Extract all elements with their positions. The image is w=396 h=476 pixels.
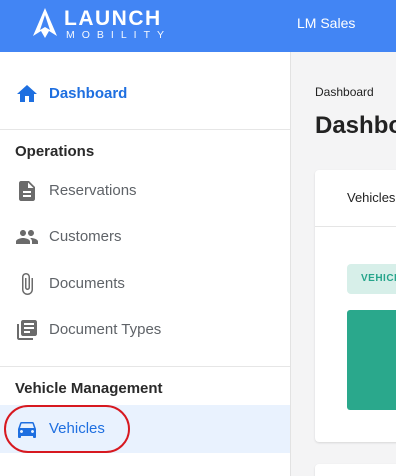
launch-mobility-logo[interactable]: LAUNCH MOBILITY	[30, 6, 180, 42]
home-icon	[17, 85, 37, 102]
tab-vehicles[interactable]: Vehicles	[347, 190, 395, 206]
rocket-logo-icon	[33, 8, 57, 38]
top-app-bar: LAUNCH MOBILITY LM Sales	[0, 0, 396, 52]
sidebar-item-label: Document Types	[49, 321, 162, 338]
logo-wordmark: LAUNCH	[64, 7, 162, 30]
paperclip-icon	[22, 273, 33, 295]
sidebar-divider	[0, 366, 290, 367]
section-title-operations: Operations	[15, 143, 95, 160]
sidebar-item-document-types[interactable]: Document Types	[0, 310, 290, 350]
sidebar: Dashboard Operations Reservations Custom…	[0, 52, 291, 476]
logo-subtitle: MOBILITY	[66, 29, 172, 41]
sidebar-divider	[0, 129, 290, 130]
annotation-highlight-ring	[4, 405, 130, 453]
vehicles-card: Vehicles VEHICLES	[315, 170, 396, 442]
sidebar-item-label: Customers	[49, 228, 122, 245]
sidebar-item-label: Documents	[49, 275, 125, 292]
sidebar-item-dashboard[interactable]: Dashboard	[0, 74, 290, 114]
breadcrumb[interactable]: Dashboard	[315, 85, 374, 99]
sidebar-item-label: Dashboard	[49, 85, 128, 102]
secondary-card	[315, 464, 396, 476]
sidebar-item-label: Reservations	[49, 182, 137, 199]
vehicles-summary-block	[347, 310, 396, 410]
organization-name[interactable]: LM Sales	[297, 14, 355, 32]
main-content: Dashboard Dashboard Vehicles VEHICLES	[291, 52, 396, 476]
vehicles-status-chip: VEHICLES	[347, 264, 396, 294]
sidebar-item-reservations[interactable]: Reservations	[0, 171, 290, 211]
document-icon	[19, 181, 35, 201]
chip-label: VEHICLES	[361, 273, 396, 284]
people-icon	[16, 230, 38, 244]
sidebar-item-documents[interactable]: Documents	[0, 264, 290, 304]
section-title-vehicle-management: Vehicle Management	[15, 380, 163, 397]
sidebar-item-customers[interactable]: Customers	[0, 217, 290, 257]
library-icon	[17, 320, 37, 340]
card-divider	[315, 226, 396, 227]
page-title: Dashboard	[315, 112, 396, 139]
